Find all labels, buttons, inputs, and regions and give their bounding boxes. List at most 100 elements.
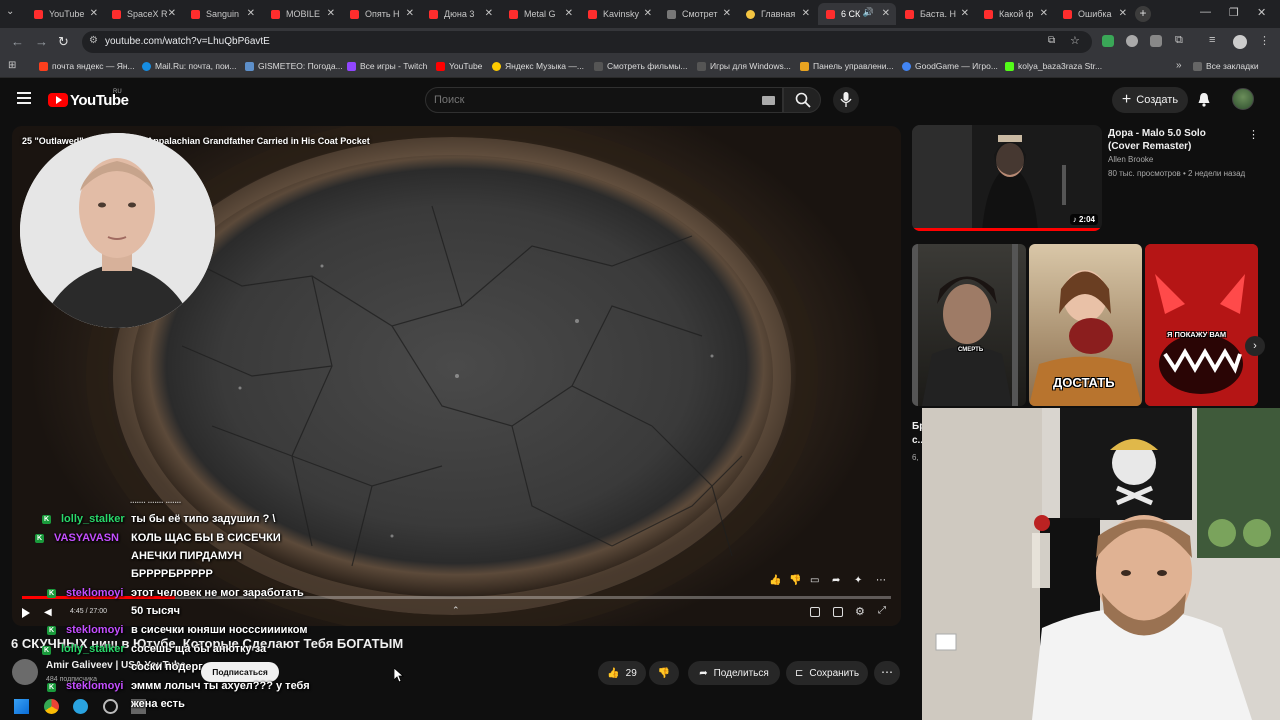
recommended-video-title[interactable]: Дора - Malo 5.0 Solo (Cover Remaster) — [1108, 127, 1238, 153]
close-tab-icon[interactable]: ✕ — [1040, 8, 1048, 19]
dislike-button[interactable]: 👎 — [649, 661, 679, 685]
settings-gear-icon[interactable]: ⚙ — [855, 605, 865, 618]
user-avatar[interactable] — [1232, 88, 1254, 110]
close-tab-icon[interactable]: ✕ — [168, 8, 176, 19]
apps-grid-icon[interactable]: ⊞ — [8, 60, 16, 71]
fullscreen-icon[interactable]: ⤢ — [878, 605, 886, 616]
recommended-channel[interactable]: Allen Brooke — [1108, 155, 1153, 164]
chrome-icon[interactable] — [44, 699, 59, 714]
close-tab-icon[interactable]: ✕ — [723, 8, 731, 19]
shorts-next-button[interactable]: › — [1245, 336, 1265, 356]
save-button[interactable]: ⊏ Сохранить — [786, 661, 868, 685]
bookmark-item[interactable]: Яндекс Музыка —... — [492, 61, 584, 71]
audio-playing-icon[interactable]: 🔊 — [863, 7, 874, 18]
maximize-icon[interactable]: ❐ — [1229, 6, 1239, 19]
app-icon[interactable] — [103, 699, 118, 714]
bookmark-item[interactable]: GoodGame — Игро... — [902, 61, 998, 71]
bookmark-item[interactable]: Панель управлени... — [800, 61, 894, 71]
reload-icon[interactable]: ↻ — [58, 34, 69, 50]
browser-tab[interactable]: MOBILE ✕ — [263, 3, 341, 25]
extension-icon[interactable] — [1126, 35, 1138, 47]
close-tab-icon[interactable]: ✕ — [644, 8, 652, 19]
more-options-icon[interactable]: ⋮ — [1248, 128, 1259, 141]
like-button[interactable]: 👍 29 — [598, 661, 646, 685]
short-thumbnail[interactable]: Я ПОКАЖУ ВАМ — [1145, 244, 1258, 406]
browser-tab[interactable]: Kavinsky ✕ — [580, 3, 658, 25]
close-tab-icon[interactable]: ✕ — [406, 8, 414, 19]
close-tab-icon[interactable]: ✕ — [961, 8, 969, 19]
subscribe-button[interactable]: Подписаться — [201, 662, 279, 682]
search-box[interactable] — [425, 87, 783, 113]
extension-icon[interactable] — [1102, 35, 1114, 47]
overlay-share-icon[interactable]: ➦ — [832, 575, 840, 586]
close-tab-icon[interactable]: ✕ — [802, 8, 810, 19]
overlay-dislike-icon[interactable]: 👎 — [789, 575, 801, 586]
new-tab-button[interactable]: + — [1135, 6, 1151, 22]
close-tab-icon[interactable]: ✕ — [882, 8, 890, 19]
install-app-icon[interactable]: ⧉ — [1048, 35, 1055, 46]
bookmark-item[interactable]: Все игры - Twitch — [347, 61, 427, 71]
voice-search-button[interactable] — [833, 87, 859, 113]
bookmark-item[interactable]: YouTube — [436, 61, 482, 71]
miniplayer-icon[interactable] — [833, 607, 843, 617]
overlay-more-icon[interactable]: ⋯ — [876, 575, 886, 586]
browser-tab[interactable]: Sanguin ✕ — [183, 3, 261, 25]
search-input[interactable] — [434, 94, 754, 106]
all-bookmarks-button[interactable]: Все закладки — [1193, 61, 1259, 71]
browser-tab[interactable]: Баста. Н ✕ — [897, 3, 975, 25]
bookmark-item[interactable]: Смотреть фильмы... — [594, 61, 687, 71]
browser-tab[interactable]: SpaceX R ✕ — [104, 3, 182, 25]
search-button[interactable] — [783, 87, 821, 113]
tab-search-icon[interactable]: ⌄ — [6, 6, 14, 17]
profile-icon[interactable] — [1233, 35, 1247, 49]
recommended-video-thumbnail[interactable]: ♪ 2:04 — [912, 125, 1102, 231]
browser-tab[interactable]: Metal G ✕ — [501, 3, 579, 25]
chevron-up-icon[interactable]: ⌃ — [452, 605, 460, 616]
more-actions-button[interactable]: ⋯ — [874, 661, 900, 685]
share-button[interactable]: ➦ Поделиться — [688, 661, 780, 685]
close-tab-icon[interactable]: ✕ — [485, 8, 493, 19]
bookmark-item[interactable]: Игры для Windows... — [697, 61, 791, 71]
browser-tab[interactable]: Опять Н ✕ — [342, 3, 420, 25]
subtitles-icon[interactable] — [810, 607, 820, 617]
bookmark-item[interactable]: Mail.Ru: почта, пои... — [142, 61, 237, 71]
bookmark-item[interactable]: почта яндекс — Ян... — [39, 61, 135, 71]
more-bookmarks-icon[interactable]: » — [1176, 60, 1182, 71]
minimize-icon[interactable]: — — [1200, 6, 1211, 18]
short-thumbnail[interactable]: СМЕРТЬ — [912, 244, 1026, 406]
browser-tab[interactable]: YouTube ✕ — [26, 3, 104, 25]
extensions-puzzle-icon[interactable]: ⧉ — [1175, 34, 1183, 47]
forward-icon[interactable]: → — [35, 34, 48, 49]
bookmark-item[interactable]: kolya_baza3raza Str... — [1005, 61, 1102, 71]
windows-start-icon[interactable] — [14, 699, 29, 714]
create-button[interactable]: + Создать — [1112, 87, 1188, 113]
browser-tab[interactable]: Смотрет ✕ — [659, 3, 737, 25]
play-icon[interactable] — [22, 608, 30, 618]
volume-icon[interactable]: ◀ — [44, 607, 52, 618]
browser-tab[interactable]: Дюна 3 ✕ — [421, 3, 499, 25]
site-info-icon[interactable]: ⚙ — [89, 35, 98, 46]
browser-tab[interactable]: Ошибка ✕ — [1055, 3, 1133, 25]
browser-tab[interactable]: Какой ф ✕ — [976, 3, 1054, 25]
address-bar[interactable]: ⚙ youtube.com/watch?v=LhuQbP6avtE ⧉ ☆ — [82, 31, 1092, 53]
channel-avatar[interactable] — [12, 659, 38, 685]
extension-icon[interactable] — [1150, 35, 1162, 47]
menu-icon[interactable] — [17, 92, 31, 104]
telegram-icon[interactable] — [73, 699, 88, 714]
notifications-bell-icon[interactable] — [1197, 92, 1211, 107]
bookmark-star-icon[interactable]: ☆ — [1070, 34, 1080, 47]
short-thumbnail[interactable]: ДОСТАТЬ — [1029, 244, 1142, 406]
close-tab-icon[interactable]: ✕ — [90, 8, 98, 19]
media-controls-icon[interactable]: ≡ — [1209, 34, 1215, 46]
close-window-icon[interactable]: ✕ — [1257, 6, 1266, 19]
url-text[interactable]: youtube.com/watch?v=LhuQbP6avtE — [105, 36, 270, 47]
close-tab-icon[interactable]: ✕ — [327, 8, 335, 19]
overlay-comment-icon[interactable]: ▭ — [810, 575, 819, 586]
close-tab-icon[interactable]: ✕ — [247, 8, 255, 19]
close-tab-icon[interactable]: ✕ — [565, 8, 573, 19]
overlay-sparkle-icon[interactable]: ✦ — [854, 575, 862, 586]
browser-tab-active[interactable]: 6 СК 🔊 ✕ — [818, 3, 896, 25]
bookmark-item[interactable]: GISMETEO: Погода... — [245, 61, 343, 71]
close-tab-icon[interactable]: ✕ — [1119, 8, 1127, 19]
keyboard-icon[interactable] — [762, 96, 775, 105]
